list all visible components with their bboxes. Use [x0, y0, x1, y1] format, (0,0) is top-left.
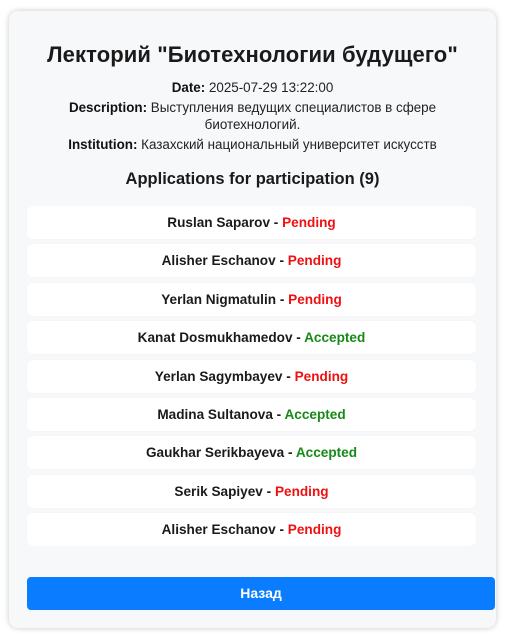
application-item: Madina Sultanova - Accepted: [27, 397, 476, 431]
application-status: Accepted: [304, 330, 366, 346]
applicant-name: Serik Sapiyev: [174, 483, 263, 499]
applicant-name: Gaukhar Serikbayeva: [145, 445, 285, 461]
applicant-name: Alisher Eschanov: [161, 253, 276, 269]
status-separator: -: [275, 522, 288, 538]
status-separator: -: [282, 368, 295, 384]
application-status: Pending: [282, 215, 336, 230]
event-card: Лекторий "Биотехнологии будущего" Date: …: [9, 11, 496, 628]
applicant-name: Alisher Eschanov: [161, 522, 276, 538]
application-status: Pending: [294, 368, 349, 384]
application-status: Accepted: [295, 445, 358, 461]
application-item: Alisher Eschanov - Pending: [27, 244, 476, 278]
application-status: Pending: [287, 253, 342, 269]
applicant-name: Madina Sultanova: [157, 406, 273, 422]
application-item: Yerlan Nigmatulin - Pending: [27, 282, 476, 316]
back-button[interactable]: Назад: [27, 577, 495, 610]
application-status: Pending: [274, 483, 329, 499]
date-label: Date:: [171, 80, 206, 95]
description-label: Description:: [68, 100, 148, 115]
applicant-name: Kanat Dosmukhamedov: [137, 330, 293, 346]
description-value: Выступления ведущих специалистов в сфере…: [150, 100, 437, 132]
application-status: Pending: [287, 522, 342, 538]
application-item: Serik Sapiyev - Pending: [27, 474, 476, 508]
application-item: Kanat Dosmukhamedov - Accepted: [27, 321, 476, 355]
application-item: Ruslan Saparov - Pending: [27, 206, 476, 239]
application-item: Alisher Eschanov - Pending: [27, 513, 476, 547]
event-description: Description: Выступления ведущих специал…: [39, 99, 466, 133]
event-date: Date: 2025-07-29 13:22:00: [39, 79, 466, 96]
institution-value: Казахский национальный университет искус…: [141, 137, 437, 152]
status-separator: -: [275, 253, 288, 269]
applicant-name: Yerlan Nigmatulin: [161, 291, 277, 307]
application-item: Gaukhar Serikbayeva - Accepted: [27, 436, 476, 470]
applications-list: Ruslan Saparov - Pending Alisher Eschanov…: [27, 206, 476, 552]
applications-heading: Applications for participation (9): [125, 170, 380, 188]
application-status: Pending: [288, 291, 342, 307]
application-status: Accepted: [284, 406, 346, 422]
event-title: Лекторий "Биотехнологии будущего": [47, 42, 458, 67]
status-separator: -: [276, 291, 289, 307]
date-value: 2025-07-29 13:22:00: [208, 80, 334, 95]
status-separator: -: [284, 445, 296, 461]
applicant-name: Yerlan Sagymbayev: [154, 368, 283, 384]
institution-label: Institution:: [68, 137, 138, 152]
event-institution: Institution: Казахский национальный унив…: [39, 136, 466, 153]
application-item: Yerlan Sagymbayev - Pending: [27, 359, 476, 393]
status-separator: -: [272, 406, 285, 422]
status-separator: -: [292, 330, 305, 346]
applicant-name: Ruslan Saparov: [167, 215, 271, 230]
status-separator: -: [270, 215, 283, 230]
status-separator: -: [262, 483, 275, 499]
